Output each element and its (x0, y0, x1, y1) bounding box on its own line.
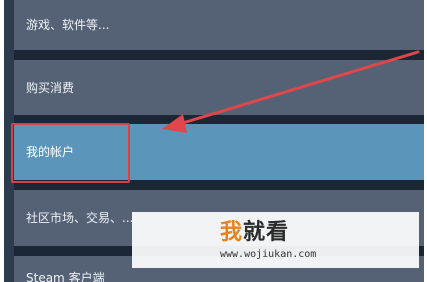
watermark-brand: 我就看 (220, 220, 289, 246)
watermark: 我就看 www.wojiukan.com (132, 212, 419, 268)
menu-item-games-software[interactable]: 游戏、软件等... (14, 0, 424, 50)
menu-item-purchases[interactable]: 购买消费 (14, 60, 424, 115)
menu-item-label: 游戏、软件等... (26, 18, 110, 32)
watermark-brand-rest: 就看 (243, 220, 290, 245)
menu-item-label: Steam 客户端 (26, 271, 105, 282)
watermark-url: www.wojiukan.com (220, 249, 317, 260)
menu-item-label: 社区市场、交易、... (26, 211, 134, 225)
screenshot-frame: 游戏、软件等... 购买消费 我的帐户 社区市场、交易、... Steam 客户… (0, 0, 427, 282)
watermark-brand-first: 我 (220, 220, 244, 245)
menu-item-label: 购买消费 (26, 80, 75, 95)
highlight-box (11, 123, 130, 183)
